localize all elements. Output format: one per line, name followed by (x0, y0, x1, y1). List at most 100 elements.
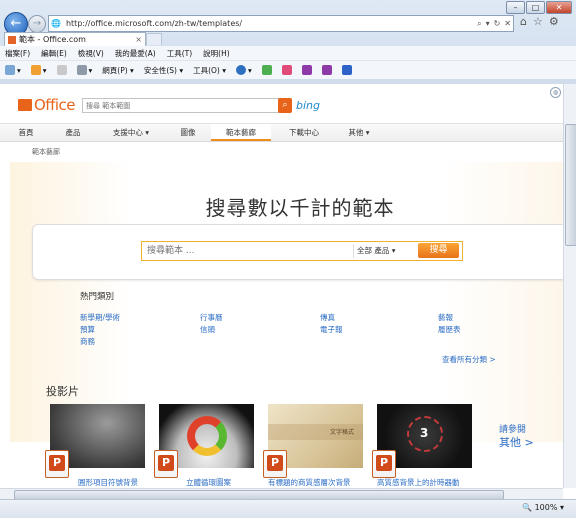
print-command[interactable]: ▾ (72, 65, 98, 75)
office-logo[interactable]: Office (18, 96, 76, 114)
address-url[interactable]: http://office.microsoft.com/zh-tw/templa… (63, 19, 475, 28)
zoom-icon: 🔍 (522, 503, 533, 512)
arrow-right-icon: → (32, 18, 42, 29)
category-link[interactable]: 預算 (80, 324, 95, 335)
slide-title-link[interactable]: 立體循環圖案 (186, 477, 231, 488)
breadcrumb[interactable]: 範本藝廊 (32, 147, 60, 157)
address-bar[interactable]: 🌐 http://office.microsoft.com/zh-tw/temp… (48, 15, 514, 32)
command-bar: ▾ ▾ ▾ 網頁(P) ▾ 安全性(S) ▾ 工具(O) ▾ ▾ (0, 60, 576, 79)
powerpoint-icon: P (154, 450, 178, 478)
product-filter-label: 全部 產品 (357, 246, 390, 255)
vertical-scroll-thumb[interactable] (565, 124, 576, 246)
menu-tools[interactable]: 工具(T) (162, 48, 198, 59)
office-logo-text: Office (34, 96, 76, 114)
onenote-addon[interactable] (297, 65, 317, 75)
slide-title-link[interactable]: 圓形項目符號背景 (78, 477, 138, 488)
settings-gear-icon[interactable]: ⚙ (549, 15, 559, 28)
addon-icon (261, 65, 272, 75)
onenote-icon (321, 65, 332, 75)
template-search-box[interactable]: 全部 產品 ▾ (141, 241, 463, 261)
see-more-link[interactable]: 其他 > (499, 434, 534, 450)
category-link[interactable]: 傳真 (320, 312, 335, 323)
nav-tab-templates[interactable]: 範本藝廊 (211, 124, 271, 141)
menu-edit[interactable]: 編輯(E) (36, 48, 73, 59)
nav-tab-support[interactable]: 支援中心 ▾ (102, 124, 160, 141)
see-all-categories-link[interactable]: 查看所有分類 > (442, 354, 496, 365)
home-icon[interactable]: ⌂ (520, 15, 527, 28)
onenote-addon-2[interactable] (317, 65, 337, 75)
site-search-input[interactable] (83, 99, 279, 112)
mail-icon (56, 65, 67, 75)
search-divider (353, 244, 354, 258)
addon-icon (281, 65, 292, 75)
powerpoint-icon: P (263, 450, 287, 478)
office-logo-icon (18, 99, 32, 111)
vertical-scrollbar[interactable] (563, 84, 576, 488)
search-icon: ⌕ (282, 100, 288, 110)
page-command[interactable]: 網頁(P) ▾ (97, 65, 139, 76)
menu-view[interactable]: 檢視(V) (73, 48, 110, 59)
site-search-box[interactable] (82, 98, 280, 113)
slide-title-link[interactable]: 高質感背景上的計時器動 (377, 477, 460, 488)
minimize-button[interactable]: – (506, 1, 525, 14)
tab-title: 範本 - Office.com (19, 35, 86, 44)
close-button[interactable]: ✕ (546, 1, 572, 14)
addon-2[interactable] (277, 65, 297, 75)
zoom-control[interactable]: 🔍 100% ▾ (522, 503, 564, 512)
printer-icon (76, 65, 87, 75)
menu-file[interactable]: 檔案(F) (0, 48, 36, 59)
nav-tab-images[interactable]: 圖像 (168, 124, 208, 141)
window-controls: – □ ✕ (506, 1, 572, 14)
new-tab-button[interactable] (146, 33, 162, 45)
feeds-command[interactable]: ▾ (26, 65, 52, 75)
refresh-icon[interactable]: ↻ (492, 19, 503, 28)
nav-tab-downloads[interactable]: 下載中心 (276, 124, 332, 141)
chevron-down-icon: ▾ (391, 246, 396, 255)
nav-tab-products[interactable]: 產品 (55, 124, 91, 141)
web-page: Office ⌕ bing ◍ 首頁 產品 支援中心 ▾ 圖像 範本藝廊 下載中… (0, 84, 563, 488)
bluetooth-addon[interactable] (337, 65, 357, 75)
category-link[interactable]: 新學期/學術 (80, 312, 120, 323)
tools-command[interactable]: 工具(O) ▾ (188, 65, 231, 76)
category-link[interactable]: 電子報 (320, 324, 343, 335)
help-icon (236, 65, 246, 75)
category-link[interactable]: 行事曆 (200, 312, 223, 323)
menu-bar: 檔案(F) 編輯(E) 檢視(V) 我的最愛(A) 工具(T) 說明(H) (0, 46, 576, 60)
category-link[interactable]: 商務 (80, 336, 95, 347)
forward-button[interactable]: → (28, 15, 46, 33)
category-link[interactable]: 信頭 (200, 324, 215, 335)
home-icon (5, 65, 15, 75)
powerpoint-icon: P (45, 450, 69, 478)
addon-1[interactable] (257, 65, 277, 75)
status-bar: 🔍 100% ▾ (0, 499, 576, 518)
compat-view-icon[interactable]: ▾ (484, 19, 492, 28)
popular-categories-heading: 熱門類別 (80, 292, 115, 302)
nav-tab-home[interactable]: 首頁 (10, 124, 42, 141)
globe-icon[interactable]: ◍ (550, 87, 561, 98)
mail-command[interactable] (52, 65, 72, 75)
slides-section-title: 投影片 (46, 385, 79, 398)
menu-help[interactable]: 說明(H) (198, 48, 236, 59)
safety-command[interactable]: 安全性(S) ▾ (139, 65, 188, 76)
browser-tab[interactable]: 範本 - Office.com × (4, 32, 146, 46)
favorites-star-icon[interactable]: ☆ (533, 15, 543, 28)
menu-favorites[interactable]: 我的最愛(A) (110, 48, 162, 59)
bluetooth-icon (341, 65, 352, 75)
maximize-button[interactable]: □ (526, 1, 545, 14)
site-search-button[interactable]: ⌕ (278, 98, 292, 113)
template-search-button[interactable]: 搜尋 (418, 243, 459, 258)
cycle-graphic-icon (187, 416, 227, 456)
search-icon[interactable]: ⌕ (475, 19, 483, 29)
product-filter-dropdown[interactable]: 全部 產品 ▾ (357, 245, 396, 256)
stop-icon[interactable]: ✕ (502, 19, 513, 28)
hero-title: 搜尋數以千計的範本 (205, 196, 395, 220)
bing-logo: bing (296, 99, 320, 112)
category-link[interactable]: 履歷表 (438, 324, 461, 335)
tab-close-icon[interactable]: × (135, 35, 142, 44)
nav-tab-more[interactable]: 其他 ▾ (336, 124, 382, 141)
help-command[interactable]: ▾ (231, 65, 257, 75)
template-search-input[interactable] (145, 244, 354, 258)
category-link[interactable]: 藝報 (438, 312, 453, 323)
slide-title-link[interactable]: 有標題的商質感層次背景 (268, 477, 351, 488)
home-command[interactable]: ▾ (0, 65, 26, 75)
